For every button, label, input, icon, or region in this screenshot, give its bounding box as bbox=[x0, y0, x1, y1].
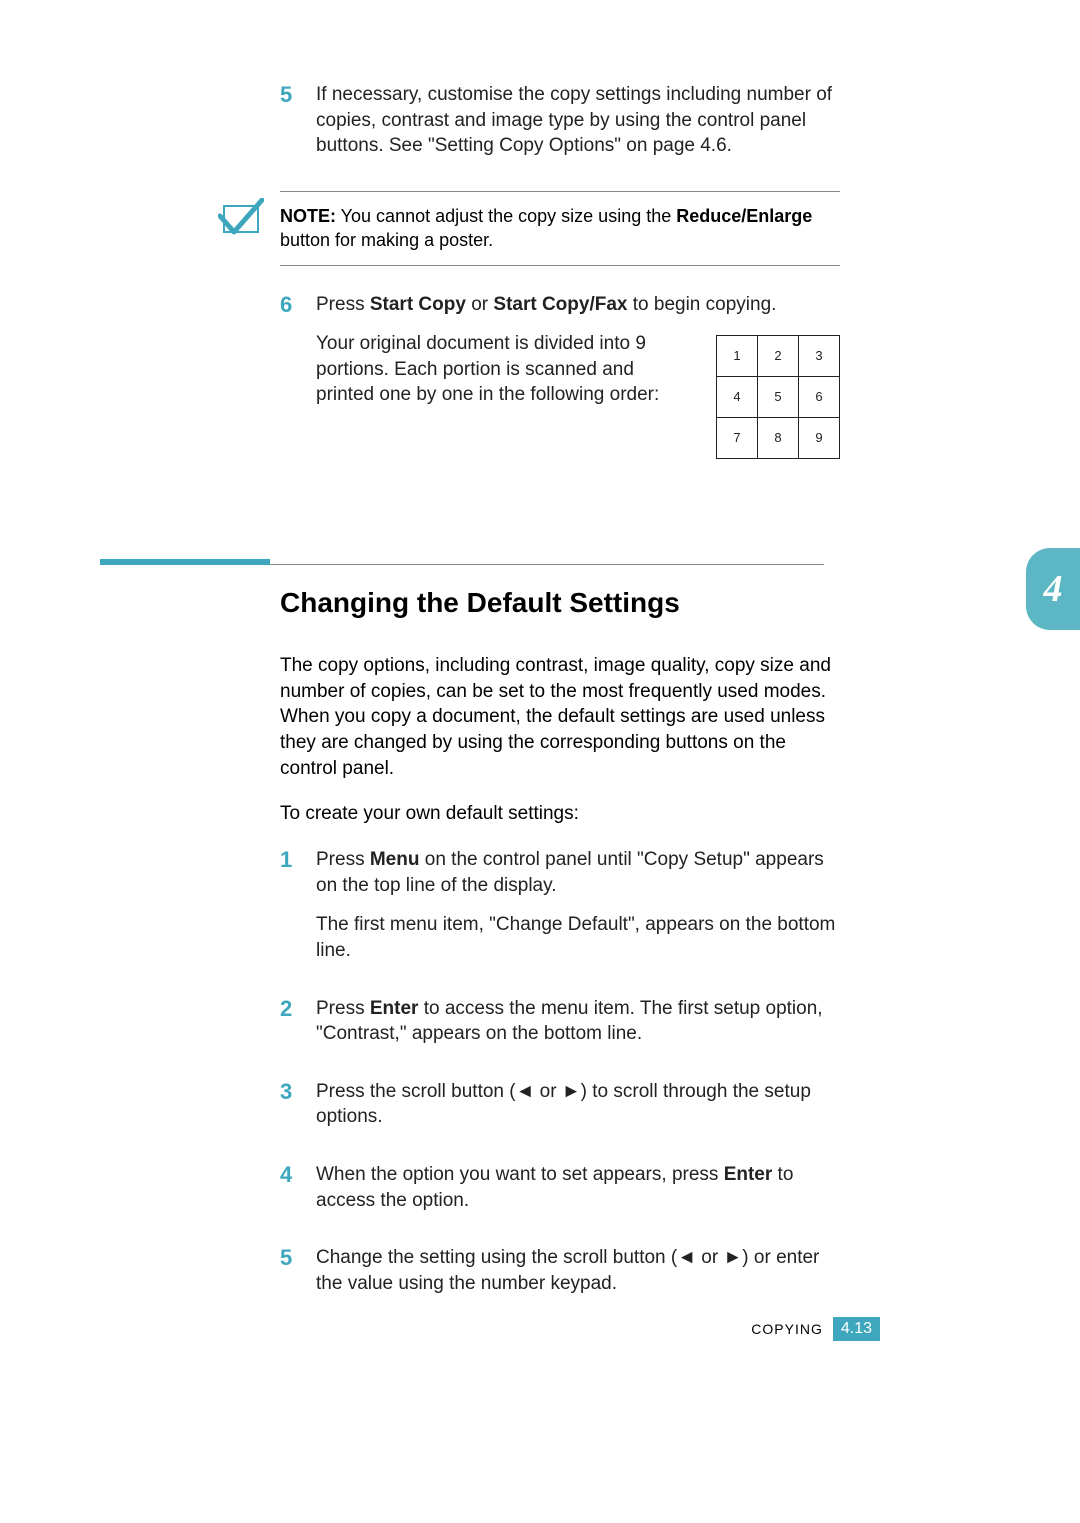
step-number: 3 bbox=[280, 1079, 316, 1144]
step-2: 2 Press Enter to access the menu item. T… bbox=[280, 996, 840, 1061]
step-number: 2 bbox=[280, 996, 316, 1061]
checkmark-note-icon bbox=[218, 198, 264, 240]
t: Press bbox=[316, 294, 370, 315]
grid-cell: 7 bbox=[717, 418, 758, 459]
step-body: When the option you want to set appears,… bbox=[316, 1162, 840, 1227]
grid-cell: 5 bbox=[758, 377, 799, 418]
grid-cell: 2 bbox=[758, 336, 799, 377]
note-text-before: You cannot adjust the copy size using th… bbox=[336, 206, 676, 226]
note-bold: Reduce/Enlarge bbox=[676, 206, 812, 226]
t: Press bbox=[316, 998, 370, 1019]
step-body: Change the setting using the scroll butt… bbox=[316, 1245, 840, 1310]
page-footer: COPYING 4.13 bbox=[751, 1317, 880, 1341]
step-body: Press the scroll button (◄ or ►) to scro… bbox=[316, 1079, 840, 1144]
step-5-bottom: 5 Change the setting using the scroll bu… bbox=[280, 1245, 840, 1310]
intro-paragraph: The copy options, including contrast, im… bbox=[280, 653, 840, 781]
grid-cell: 6 bbox=[799, 377, 840, 418]
t: or bbox=[466, 294, 493, 315]
step6-line1: Press Start Copy or Start Copy/Fax to be… bbox=[316, 292, 840, 318]
chapter-tab: 4 bbox=[1026, 548, 1080, 630]
footer-section-label: COPYING bbox=[751, 1321, 823, 1337]
step-number: 6 bbox=[280, 292, 316, 460]
step-text: When the option you want to set appears,… bbox=[316, 1162, 840, 1213]
step-number: 4 bbox=[280, 1162, 316, 1227]
step-number: 5 bbox=[280, 1245, 316, 1310]
step-body: If necessary, customise the copy setting… bbox=[316, 82, 840, 173]
step-sub: The first menu item, "Change Default", a… bbox=[316, 912, 840, 963]
grid-cell: 8 bbox=[758, 418, 799, 459]
note-label: NOTE: bbox=[280, 206, 336, 226]
t: Menu bbox=[370, 849, 420, 870]
step6-sub: Your original document is divided into 9… bbox=[316, 331, 696, 408]
step-3: 3 Press the scroll button (◄ or ►) to sc… bbox=[280, 1079, 840, 1144]
t: to begin copying. bbox=[627, 294, 776, 315]
step-4: 4 When the option you want to set appear… bbox=[280, 1162, 840, 1227]
grid-cell: 3 bbox=[799, 336, 840, 377]
step-number: 1 bbox=[280, 847, 316, 978]
portion-order-grid: 1 2 3 4 5 6 7 8 9 bbox=[716, 335, 840, 459]
section-heading: Changing the Default Settings bbox=[280, 587, 840, 619]
t: Press bbox=[316, 849, 370, 870]
intro-paragraph-2: To create your own default settings: bbox=[280, 801, 840, 827]
section-divider bbox=[100, 559, 824, 565]
note-block: NOTE: You cannot adjust the copy size us… bbox=[280, 191, 840, 266]
step-text: Press Enter to access the menu item. The… bbox=[316, 996, 840, 1047]
footer-page-number: 4.13 bbox=[833, 1317, 880, 1341]
step-text: Change the setting using the scroll butt… bbox=[316, 1245, 840, 1296]
step-body: Press Menu on the control panel until "C… bbox=[316, 847, 840, 978]
t: Enter bbox=[370, 998, 419, 1019]
step-body: Press Start Copy or Start Copy/Fax to be… bbox=[316, 292, 840, 460]
grid-cell: 1 bbox=[717, 336, 758, 377]
step-body: Press Enter to access the menu item. The… bbox=[316, 996, 840, 1061]
page-content: 5 If necessary, customise the copy setti… bbox=[280, 82, 840, 1329]
step-number: 5 bbox=[280, 82, 316, 173]
t: Enter bbox=[724, 1164, 773, 1185]
grid-cell: 9 bbox=[799, 418, 840, 459]
step-text: Press the scroll button (◄ or ►) to scro… bbox=[316, 1079, 840, 1130]
step-text: If necessary, customise the copy setting… bbox=[316, 82, 840, 159]
grid-cell: 4 bbox=[717, 377, 758, 418]
step-text: Press Menu on the control panel until "C… bbox=[316, 847, 840, 898]
step-6: 6 Press Start Copy or Start Copy/Fax to … bbox=[280, 292, 840, 460]
step-5-top: 5 If necessary, customise the copy setti… bbox=[280, 82, 840, 173]
step-1: 1 Press Menu on the control panel until … bbox=[280, 847, 840, 978]
t: Start Copy bbox=[370, 294, 466, 315]
note-text-after: button for making a poster. bbox=[280, 230, 493, 250]
t: Start Copy/Fax bbox=[493, 294, 627, 315]
t: When the option you want to set appears,… bbox=[316, 1164, 724, 1185]
